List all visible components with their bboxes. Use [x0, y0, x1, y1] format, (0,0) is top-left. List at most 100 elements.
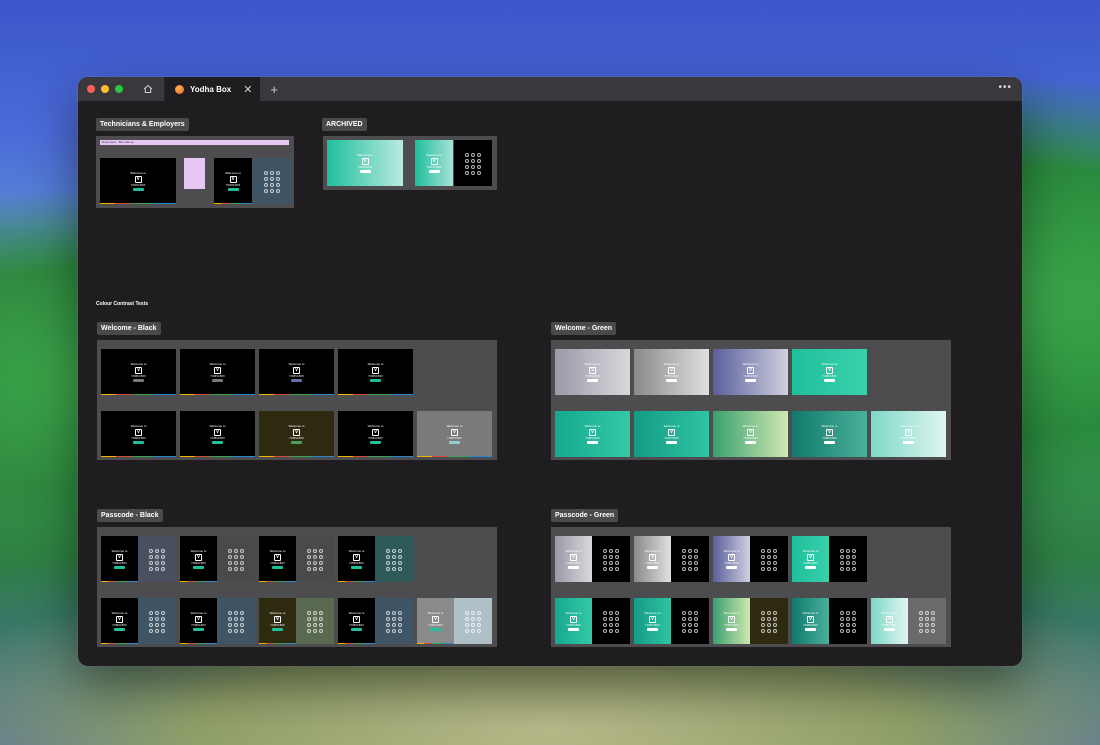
- frame-label-welcome-green[interactable]: Welcome - Green: [551, 322, 617, 335]
- keypad-key: [615, 554, 619, 559]
- screen-thumbnail[interactable]: Welcome to V YODHA BOX: [417, 411, 492, 457]
- screen-thumbnail[interactable]: Welcome to V YODHA BOX: [792, 411, 867, 457]
- passcode-thumbnail[interactable]: [671, 536, 709, 582]
- plus-icon[interactable]: +: [270, 82, 278, 97]
- screen-thumbnail[interactable]: Welcome to V YODHA BOX: [180, 598, 217, 644]
- keypad-key: [694, 628, 698, 633]
- home-icon[interactable]: [141, 82, 155, 96]
- frame-label-passcode-black[interactable]: Passcode - Black: [97, 509, 163, 522]
- screen-thumbnail[interactable]: Welcome to V YODHA BOX: [180, 536, 217, 582]
- keypad-key: [155, 628, 159, 633]
- frame-technicians[interactable]: Employers - Box Set-up Welcome to V YODHA B…: [96, 136, 294, 208]
- screen-thumbnail[interactable]: Welcome to V YODHA BOX: [792, 536, 829, 582]
- logo-icon: V: [668, 366, 675, 374]
- frame-label-passcode-green[interactable]: Passcode - Green: [551, 509, 619, 522]
- keypad-key: [931, 628, 935, 633]
- screen-thumbnail[interactable]: Welcome to V YODHA BOX: [634, 411, 709, 457]
- passcode-thumbnail[interactable]: [750, 598, 788, 644]
- passcode-thumbnail[interactable]: [253, 158, 291, 204]
- screen-thumbnail[interactable]: Welcome to V YODHA BOX: [417, 598, 454, 644]
- frame-archived[interactable]: Welcome to V YODHA BOX Welcome to V YODHA BOX: [323, 136, 497, 190]
- screen-thumbnail[interactable]: Welcome to V YODHA BOX: [180, 349, 255, 395]
- frame-label-archived[interactable]: ARCHIVED: [322, 118, 367, 131]
- screen-thumbnail[interactable]: Welcome to V YODHA BOX: [555, 598, 592, 644]
- color-bar: [101, 643, 138, 644]
- screen-thumbnail[interactable]: Welcome to V YODHA BOX: [713, 598, 750, 644]
- thumb-brand: YODHA BOX: [289, 436, 304, 440]
- screen-thumbnail[interactable]: Welcome to V YODHA BOX: [871, 411, 946, 457]
- frame-passcode-green[interactable]: Welcome to V YODHA BOX Welcome to V YODHA BOX…: [551, 527, 951, 647]
- keypad-key: [313, 548, 317, 553]
- sticky-note[interactable]: [184, 158, 205, 189]
- screen-thumbnail[interactable]: Welcome to V YODHA BOX: [100, 158, 176, 204]
- thumb-cta: [351, 627, 362, 631]
- passcode-thumbnail[interactable]: [375, 536, 413, 582]
- screen-thumbnail[interactable]: Welcome to V YODHA BOX: [259, 598, 296, 644]
- passcode-thumbnail[interactable]: [217, 598, 255, 644]
- thumb-cta: [726, 565, 737, 569]
- screen-thumbnail[interactable]: Welcome to V YODHA BOX: [634, 536, 671, 582]
- passcode-thumbnail[interactable]: [217, 536, 255, 582]
- screen-thumbnail[interactable]: Welcome to V YODHA BOX: [338, 536, 375, 582]
- thumb-brand: YODHA BOX: [426, 165, 442, 169]
- logo-icon: V: [886, 615, 893, 623]
- close-icon[interactable]: ✕: [243, 83, 252, 96]
- screen-thumbnail[interactable]: Welcome to V YODHA BOX: [555, 349, 630, 395]
- screen-thumbnail[interactable]: Welcome to V YODHA BOX: [713, 536, 750, 582]
- passcode-thumbnail[interactable]: [296, 598, 334, 644]
- keypad-key: [161, 610, 165, 615]
- screen-thumbnail[interactable]: Welcome to V YODHA BOX: [871, 598, 908, 644]
- passcode-thumbnail[interactable]: [829, 536, 867, 582]
- more-icon[interactable]: •••: [998, 82, 1012, 93]
- frame-label-technicians[interactable]: Technicians & Employers: [96, 118, 189, 131]
- screen-thumbnail[interactable]: Welcome to V YODHA BOX: [338, 598, 375, 644]
- keypad-key: [688, 616, 692, 621]
- close-window-button[interactable]: [87, 85, 95, 93]
- screen-thumbnail[interactable]: Welcome to V YODHA BOX: [101, 349, 176, 395]
- screen-thumbnail[interactable]: Welcome to V YODHA BOX: [101, 536, 138, 582]
- thumb-cta: [666, 378, 677, 382]
- passcode-thumbnail[interactable]: [454, 140, 492, 186]
- screen-thumbnail[interactable]: Welcome to V YODHA BOX: [101, 411, 176, 457]
- screen-thumbnail[interactable]: Welcome to V YODHA BOX: [415, 140, 453, 186]
- screen-thumbnail[interactable]: Welcome to V YODHA BOX: [338, 411, 413, 457]
- logo-icon: V: [570, 553, 577, 561]
- frame-welcome-green[interactable]: Welcome to V YODHA BOX Welcome to V YODHA BOX…: [551, 340, 951, 460]
- passcode-thumbnail[interactable]: [592, 598, 630, 644]
- passcode-thumbnail[interactable]: [671, 598, 709, 644]
- screen-thumbnail[interactable]: Welcome to V YODHA BOX: [180, 411, 255, 457]
- frame-label-welcome-black[interactable]: Welcome - Black: [97, 322, 161, 335]
- passcode-thumbnail[interactable]: [138, 536, 176, 582]
- screen-thumbnail[interactable]: Welcome to V YODHA BOX: [792, 349, 867, 395]
- maximize-window-button[interactable]: [115, 85, 123, 93]
- screen-thumbnail[interactable]: Welcome to V YODHA BOX: [634, 598, 671, 644]
- logo-icon: V: [195, 553, 202, 561]
- passcode-thumbnail[interactable]: [375, 598, 413, 644]
- screen-thumbnail[interactable]: Welcome to V YODHA BOX: [338, 349, 413, 395]
- passcode-thumbnail[interactable]: [829, 598, 867, 644]
- passcode-thumbnail[interactable]: [908, 598, 946, 644]
- screen-thumbnail[interactable]: Welcome to V YODHA BOX: [634, 349, 709, 395]
- screen-thumbnail[interactable]: Welcome to V YODHA BOX: [259, 349, 334, 395]
- screen-thumbnail[interactable]: Welcome to V YODHA BOX: [101, 598, 138, 644]
- screen-thumbnail[interactable]: Welcome to V YODHA BOX: [713, 349, 788, 395]
- screen-thumbnail[interactable]: Welcome to V YODHA BOX: [792, 598, 829, 644]
- passcode-thumbnail[interactable]: [296, 536, 334, 582]
- tab-yodha-box[interactable]: Yodha Box ✕: [164, 77, 261, 101]
- passcode-thumbnail[interactable]: [592, 536, 630, 582]
- frame-passcode-black[interactable]: Welcome to V YODHA BOX Welcome to V YODHA BOX…: [97, 527, 497, 647]
- screen-thumbnail[interactable]: Welcome to V YODHA BOX: [214, 158, 252, 204]
- design-canvas[interactable]: Technicians & Employers ARCHIVED Colour …: [78, 101, 1022, 666]
- frame-welcome-black[interactable]: Welcome to V YODHA BOX Welcome to V YODHA BOX…: [97, 340, 497, 460]
- screen-thumbnail[interactable]: Welcome to V YODHA BOX: [555, 411, 630, 457]
- screen-thumbnail[interactable]: Welcome to V YODHA BOX: [555, 536, 592, 582]
- screen-thumbnail[interactable]: Welcome to V YODHA BOX: [713, 411, 788, 457]
- screen-thumbnail[interactable]: Welcome to V YODHA BOX: [259, 536, 296, 582]
- passcode-thumbnail[interactable]: [138, 598, 176, 644]
- keypad-key: [240, 628, 244, 633]
- minimize-window-button[interactable]: [101, 85, 109, 93]
- passcode-thumbnail[interactable]: [750, 536, 788, 582]
- screen-thumbnail[interactable]: Welcome to V YODHA BOX: [259, 411, 334, 457]
- passcode-thumbnail[interactable]: [454, 598, 492, 644]
- screen-thumbnail[interactable]: Welcome to V YODHA BOX: [327, 140, 403, 186]
